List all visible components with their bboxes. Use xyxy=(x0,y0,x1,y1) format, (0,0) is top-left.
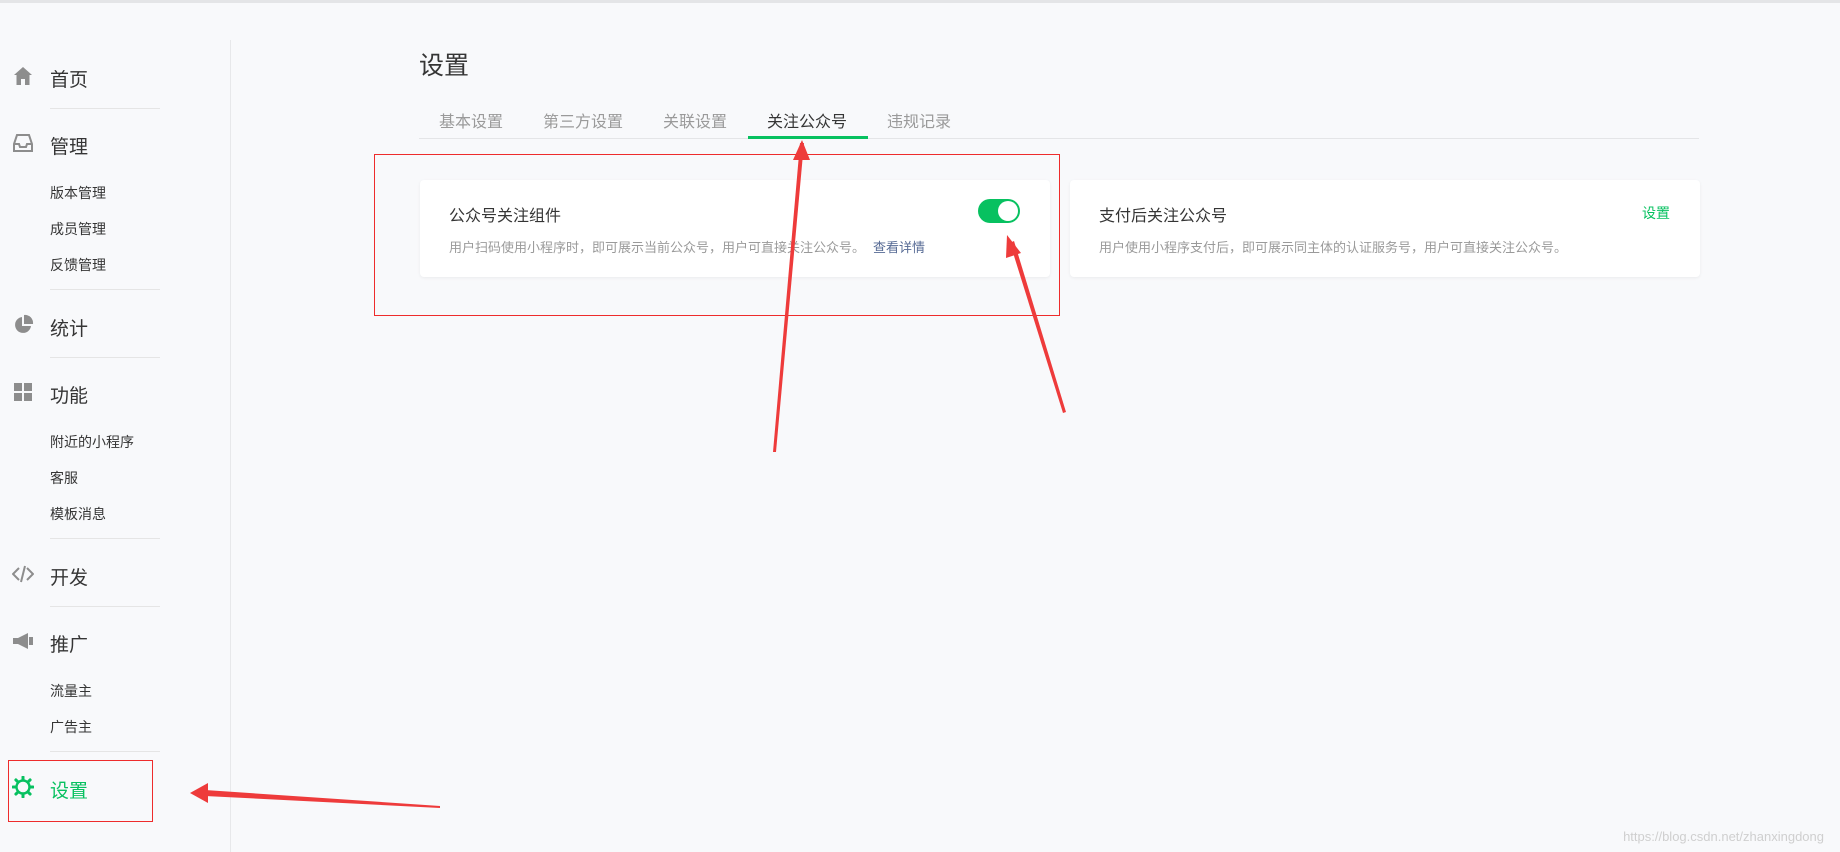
annotation-arrow xyxy=(773,140,810,452)
annotation-arrow xyxy=(190,783,440,808)
annotation-arrows xyxy=(190,140,1066,808)
watermark: https://blog.csdn.net/zhanxingdong xyxy=(1623,829,1824,844)
annotation-arrow xyxy=(1006,235,1066,413)
